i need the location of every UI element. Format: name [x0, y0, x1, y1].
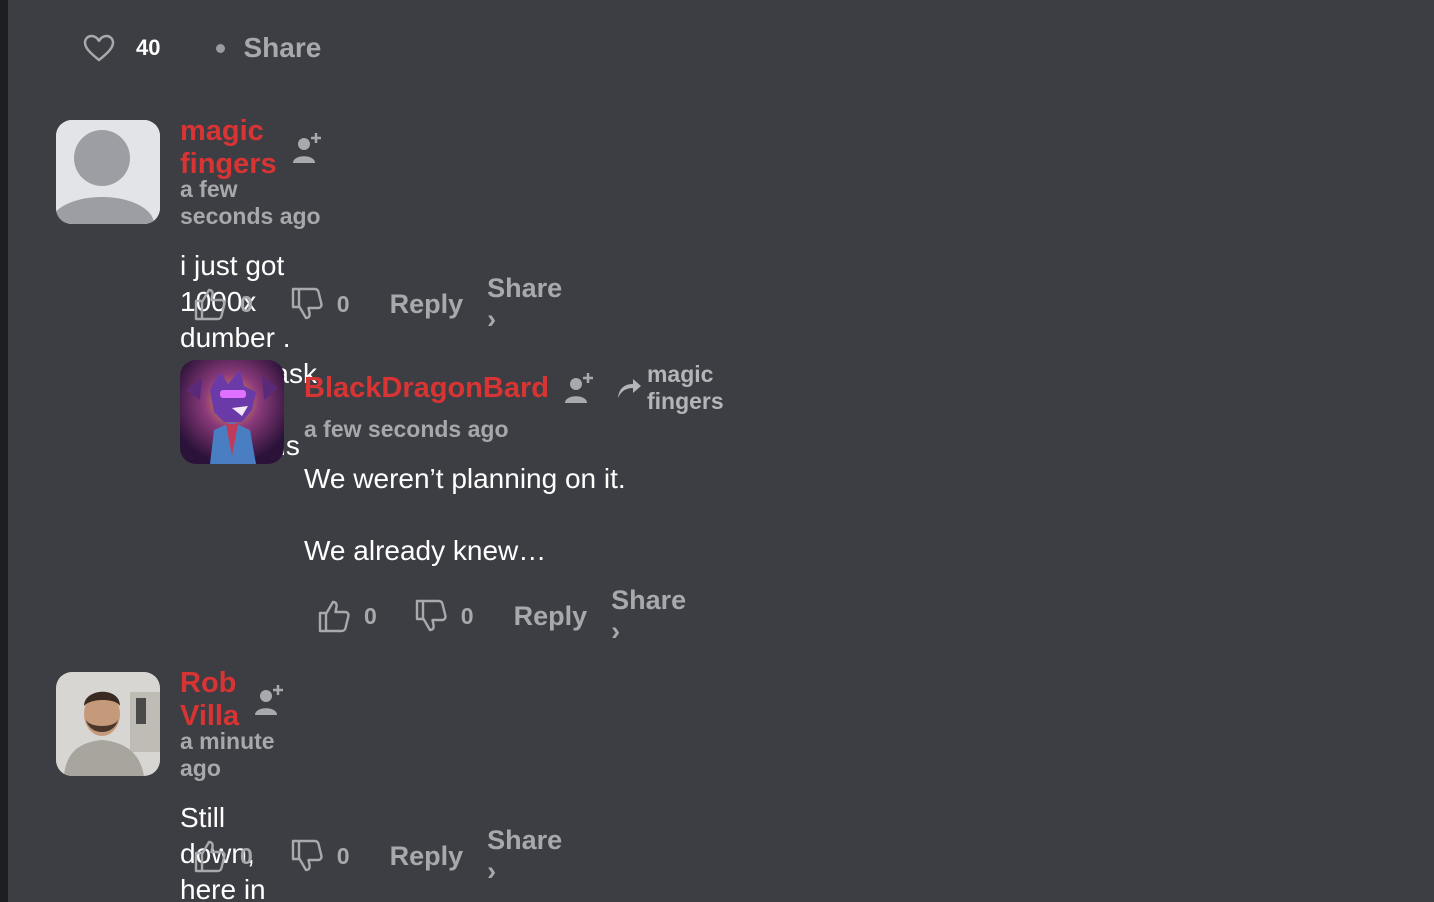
reply-to-username: magic fingers	[646, 361, 724, 414]
share-button[interactable]: Share ›	[487, 825, 562, 887]
avatar[interactable]	[56, 120, 160, 224]
thumbs-down-icon[interactable]	[289, 286, 325, 322]
reply-content: BlackDragonBard magic fingers a few seco…	[304, 361, 724, 569]
dislike-count: 0	[460, 602, 474, 629]
username[interactable]: BlackDragonBard	[304, 372, 549, 405]
dragon-avatar-image	[180, 360, 284, 464]
thumbs-down-icon[interactable]	[413, 598, 449, 634]
reply-arrow-icon	[615, 375, 643, 401]
like-count: 0	[240, 290, 253, 317]
follow-user-icon[interactable]	[291, 131, 325, 165]
comment-actions: 0 0 Reply Share ›	[316, 585, 686, 646]
comment-text: We weren’t planning on it. We already kn…	[304, 461, 724, 569]
photo-avatar-image	[56, 672, 160, 776]
share-button[interactable]: Share ›	[611, 585, 686, 647]
comment-actions: 0 0 Reply Share ›	[192, 825, 562, 886]
dislike-count: 0	[336, 290, 350, 317]
timestamp: a minute ago	[180, 728, 275, 781]
timestamp: a few seconds ago	[180, 176, 321, 229]
comments-panel: 40 Share magic fingers a few seconds ago…	[0, 0, 1434, 902]
separator-dot	[216, 43, 226, 53]
avatar[interactable]	[180, 360, 284, 464]
dislike-count: 0	[336, 842, 350, 869]
thumbs-up-icon[interactable]	[192, 838, 228, 874]
heart-icon[interactable]	[82, 31, 116, 65]
timestamp: a few seconds ago	[304, 416, 509, 442]
share-button[interactable]: Share	[243, 32, 321, 64]
share-button[interactable]: Share ›	[487, 273, 562, 335]
like-count: 0	[364, 602, 377, 629]
default-avatar-icon	[56, 120, 160, 224]
username[interactable]: magic fingers	[180, 115, 277, 181]
avatar[interactable]	[56, 672, 160, 776]
comment-paragraph: We weren’t planning on it.	[304, 463, 626, 494]
reply-button[interactable]: Reply	[514, 601, 588, 632]
left-edge-divider	[0, 0, 8, 902]
thumbs-up-icon[interactable]	[192, 286, 228, 322]
reply-button[interactable]: Reply	[390, 841, 464, 872]
post-action-bar: 40 Share	[82, 28, 321, 68]
like-count: 0	[240, 842, 253, 869]
like-count: 40	[136, 35, 161, 60]
follow-user-icon[interactable]	[563, 371, 597, 405]
thumbs-up-icon[interactable]	[316, 598, 352, 634]
comment-actions: 0 0 Reply Share ›	[192, 273, 562, 334]
comment-paragraph: We already knew…	[304, 535, 547, 566]
username[interactable]: Rob Villa	[180, 667, 239, 733]
thumbs-down-icon[interactable]	[289, 838, 325, 874]
follow-user-icon[interactable]	[253, 683, 287, 717]
reply-to-link[interactable]: magic fingers	[615, 361, 724, 415]
reply-button[interactable]: Reply	[390, 289, 464, 320]
